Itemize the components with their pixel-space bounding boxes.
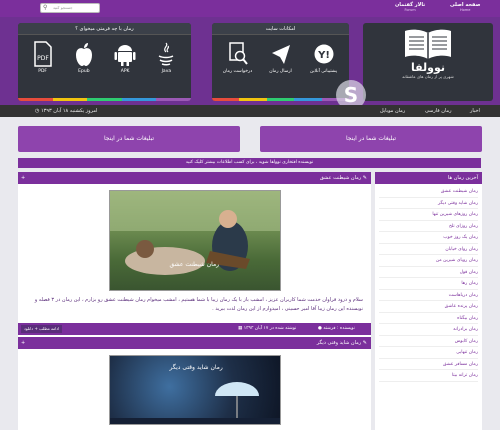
logo-slogan: شهری پر از رمان های عاشقانه — [402, 74, 454, 79]
plus-icon[interactable]: + — [21, 337, 25, 349]
sidebar-item[interactable]: رمان یک روز خوب — [379, 232, 478, 244]
pdf-icon: PDF — [33, 41, 52, 67]
sidebar-item[interactable]: رمان شیطنت عشق — [379, 186, 478, 198]
calendar-icon: ▦ — [238, 326, 243, 331]
logo-name: نوولفا — [410, 61, 446, 74]
user-icon: ● — [318, 326, 322, 331]
top-bar: ⚲ جستجو کنید تالار گفتمان Forum صفحه اصلی H… — [0, 0, 500, 17]
svg-text:PDF: PDF — [37, 55, 49, 62]
site-panel: امکانات سایت درخواست رمان ارسال رمان Y! … — [212, 23, 349, 101]
java-icon — [159, 42, 174, 66]
format-java[interactable]: Java — [149, 41, 183, 74]
sidebar-item[interactable]: رمان کابوس — [379, 336, 478, 347]
site-panel-title: امکانات سایت — [212, 23, 349, 35]
pencil-icon: ✎ — [362, 175, 367, 181]
couple-photo — [109, 191, 280, 275]
image-caption: رمان شیطنت عشق — [169, 261, 220, 268]
sidebar-title: آخرین رمان ها — [375, 172, 482, 184]
ad-banner-right[interactable]: تبلیغات شما در اینجا — [260, 126, 482, 152]
today-date: ◷ امروز یکشنبه ۱۸ آبان ۱۳۹۳ — [35, 108, 98, 114]
post-title[interactable]: رمان شیطنت عشق — [320, 175, 361, 181]
sidebar-item[interactable]: رمان ترانه بیتا — [379, 370, 478, 382]
formats-panel: رمان با چه فرمتی میخوای ؟ PDF PDF Epub A… — [18, 23, 191, 101]
search-input[interactable]: ⚲ جستجو کنید — [40, 3, 100, 13]
image-caption: رمان شاید وقتی دیگر — [169, 364, 223, 371]
svg-text:Y!: Y! — [317, 50, 330, 61]
sidebar-item[interactable]: رمان دریاهاست — [379, 290, 478, 301]
post-meta: ادامه مطلب + دانلود ▦ نوشته شده در ۱۷ آب… — [18, 323, 371, 335]
nav-home[interactable]: صفحه اصلی Home — [450, 2, 480, 12]
post-author: ● نویسنده : فرشته — [318, 326, 355, 331]
support-icon: Y! — [314, 44, 333, 64]
site-logo[interactable]: نوولفا شهری پر از رمان های عاشقانه — [363, 23, 493, 101]
color-stripe — [212, 98, 349, 101]
sidebar-item[interactable]: رمان روای خیابان — [379, 244, 478, 255]
post-date: ▦ نوشته شده در ۱۷ آبان ۱۳۹۳ — [238, 326, 297, 331]
sidebar: آخرین رمان ها رمان شیطنت عشق رمان شاید و… — [375, 172, 482, 430]
format-pdf[interactable]: PDF PDF — [26, 41, 60, 74]
sidebar-item[interactable]: رمان شاید وقتی دیگر — [379, 198, 478, 209]
read-more-button[interactable]: ادامه مطلب + دانلود — [21, 325, 63, 333]
send-icon — [271, 45, 290, 64]
book-icon — [405, 29, 451, 59]
plus-icon[interactable]: + — [21, 172, 25, 184]
pencil-icon: ✎ — [362, 340, 367, 346]
format-epub[interactable]: Epub — [67, 41, 101, 74]
sidebar-item[interactable]: رمان رها — [379, 278, 478, 290]
color-stripe — [18, 98, 191, 101]
post-excerpt: سلام و درود فراوان خدمت شما کاربران عزیز… — [34, 297, 363, 312]
format-apk[interactable]: APK — [108, 41, 142, 74]
post-image[interactable]: رمان شاید وقتی دیگر — [108, 355, 281, 425]
android-icon — [114, 45, 136, 66]
sidebar-item[interactable]: رمان برادرانه — [379, 324, 478, 336]
navbar: ◷ امروز یکشنبه ۱۸ آبان ۱۳۹۳ رمان موبایل … — [0, 105, 500, 117]
post-image[interactable]: رمان شیطنت عشق — [108, 190, 281, 291]
sidebar-item[interactable]: رمان روزای تلخ — [379, 221, 478, 232]
post-title-bar: + رمان شیطنت عشق ✎ — [18, 172, 371, 184]
nav-forum[interactable]: تالار گفتمان Forum — [395, 2, 425, 12]
post-title[interactable]: رمان شاید وقتی دیگر — [317, 340, 361, 346]
sidebar-item[interactable]: رمان پرنده عاشق — [379, 301, 478, 313]
request-icon — [228, 42, 248, 65]
sidebar-item[interactable]: رمان تنهایی — [379, 347, 478, 359]
sidebar-item[interactable]: رمان بیگناه — [379, 313, 478, 324]
nav-persian-novel[interactable]: رمان فارسی — [425, 105, 452, 117]
clock-icon: ◷ — [35, 108, 40, 114]
send-novel-button[interactable]: ارسال رمان — [264, 41, 298, 74]
nav-mobile-novel[interactable]: رمان موبایل — [380, 105, 405, 117]
sidebar-item[interactable]: رمان رویای شیرین من — [379, 255, 478, 267]
formats-panel-title: رمان با چه فرمتی میخوای ؟ — [18, 23, 191, 35]
sidebar-item[interactable]: رمان مسافر عشق — [379, 359, 478, 370]
author-notice[interactable]: نویسنده افتخاری نوولفا شوید ، برای کسب ا… — [18, 158, 481, 168]
main-content: + رمان شیطنت عشق ✎ رمان شیطنت عشق سلام و… — [18, 172, 371, 430]
sidebar-item[interactable]: رمان قول — [379, 267, 478, 278]
sidebar-item[interactable]: رمان روزهای شیرین تنها — [379, 209, 478, 221]
post-title-bar: + رمان شاید وقتی دیگر ✎ — [18, 337, 371, 349]
nav-news[interactable]: اخبار — [470, 105, 480, 117]
search-icon[interactable]: ⚲ — [43, 4, 47, 12]
request-novel-button[interactable]: درخواست رمان — [221, 41, 255, 74]
ad-banner-left[interactable]: تبلیغات شما در اینجا — [18, 126, 240, 152]
apple-icon — [75, 43, 92, 66]
header: رمان با چه فرمتی میخوای ؟ PDF PDF Epub A… — [0, 17, 500, 105]
online-support-button[interactable]: Y! پشتیبانی آنلاین — [307, 41, 341, 74]
sidebar-list: رمان شیطنت عشق رمان شاید وقتی دیگر رمان … — [375, 184, 482, 382]
